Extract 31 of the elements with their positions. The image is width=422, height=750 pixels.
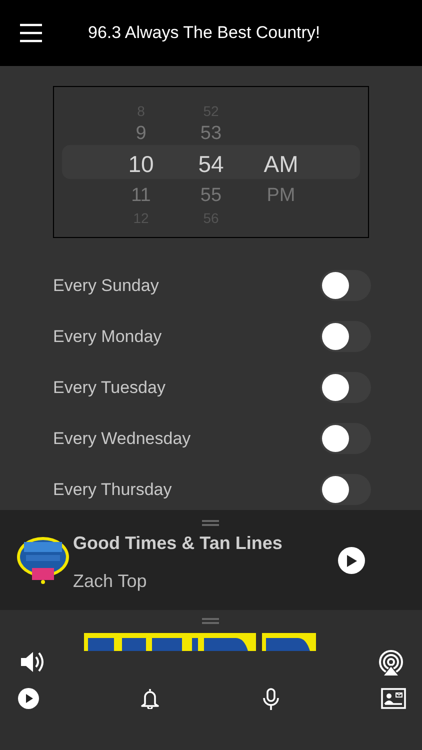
period-option[interactable]: AM (264, 153, 298, 176)
drag-handle[interactable] (202, 520, 219, 526)
period-option[interactable]: PM (266, 186, 296, 205)
toggle-switch[interactable] (320, 423, 371, 454)
minute-option[interactable]: 54 (198, 153, 224, 176)
day-label: Every Tuesday (53, 376, 166, 399)
bell-icon[interactable] (141, 688, 159, 709)
minute-option[interactable]: 55 (200, 186, 222, 205)
airplay-icon[interactable] (378, 650, 404, 676)
minute-option[interactable]: 53 (200, 124, 222, 143)
hour-option[interactable]: 10 (128, 153, 154, 176)
hour-option[interactable]: 11 (131, 186, 151, 205)
artist-name: Zach Top (73, 570, 147, 593)
menu-button[interactable] (20, 22, 42, 44)
song-title: Good Times & Tan Lines (73, 532, 282, 555)
contact-card-icon[interactable] (381, 688, 406, 709)
app-title: 96.3 Always The Best Country! (88, 22, 320, 44)
toggle-switch[interactable] (320, 474, 371, 505)
drag-handle[interactable] (202, 618, 219, 624)
play-icon[interactable] (18, 688, 39, 709)
day-label: Every Monday (53, 326, 162, 348)
toggle-switch[interactable] (320, 372, 371, 403)
day-label: Every Wednesday (53, 428, 191, 450)
day-label: Every Sunday (53, 274, 159, 297)
toggle-switch[interactable] (320, 270, 371, 301)
microphone-icon[interactable] (262, 688, 280, 710)
day-label: Every Thursday (53, 478, 172, 501)
hour-option[interactable]: 9 (136, 124, 146, 143)
toggle-switch[interactable] (320, 321, 371, 352)
volume-icon[interactable] (20, 650, 44, 674)
play-icon (346, 554, 357, 566)
